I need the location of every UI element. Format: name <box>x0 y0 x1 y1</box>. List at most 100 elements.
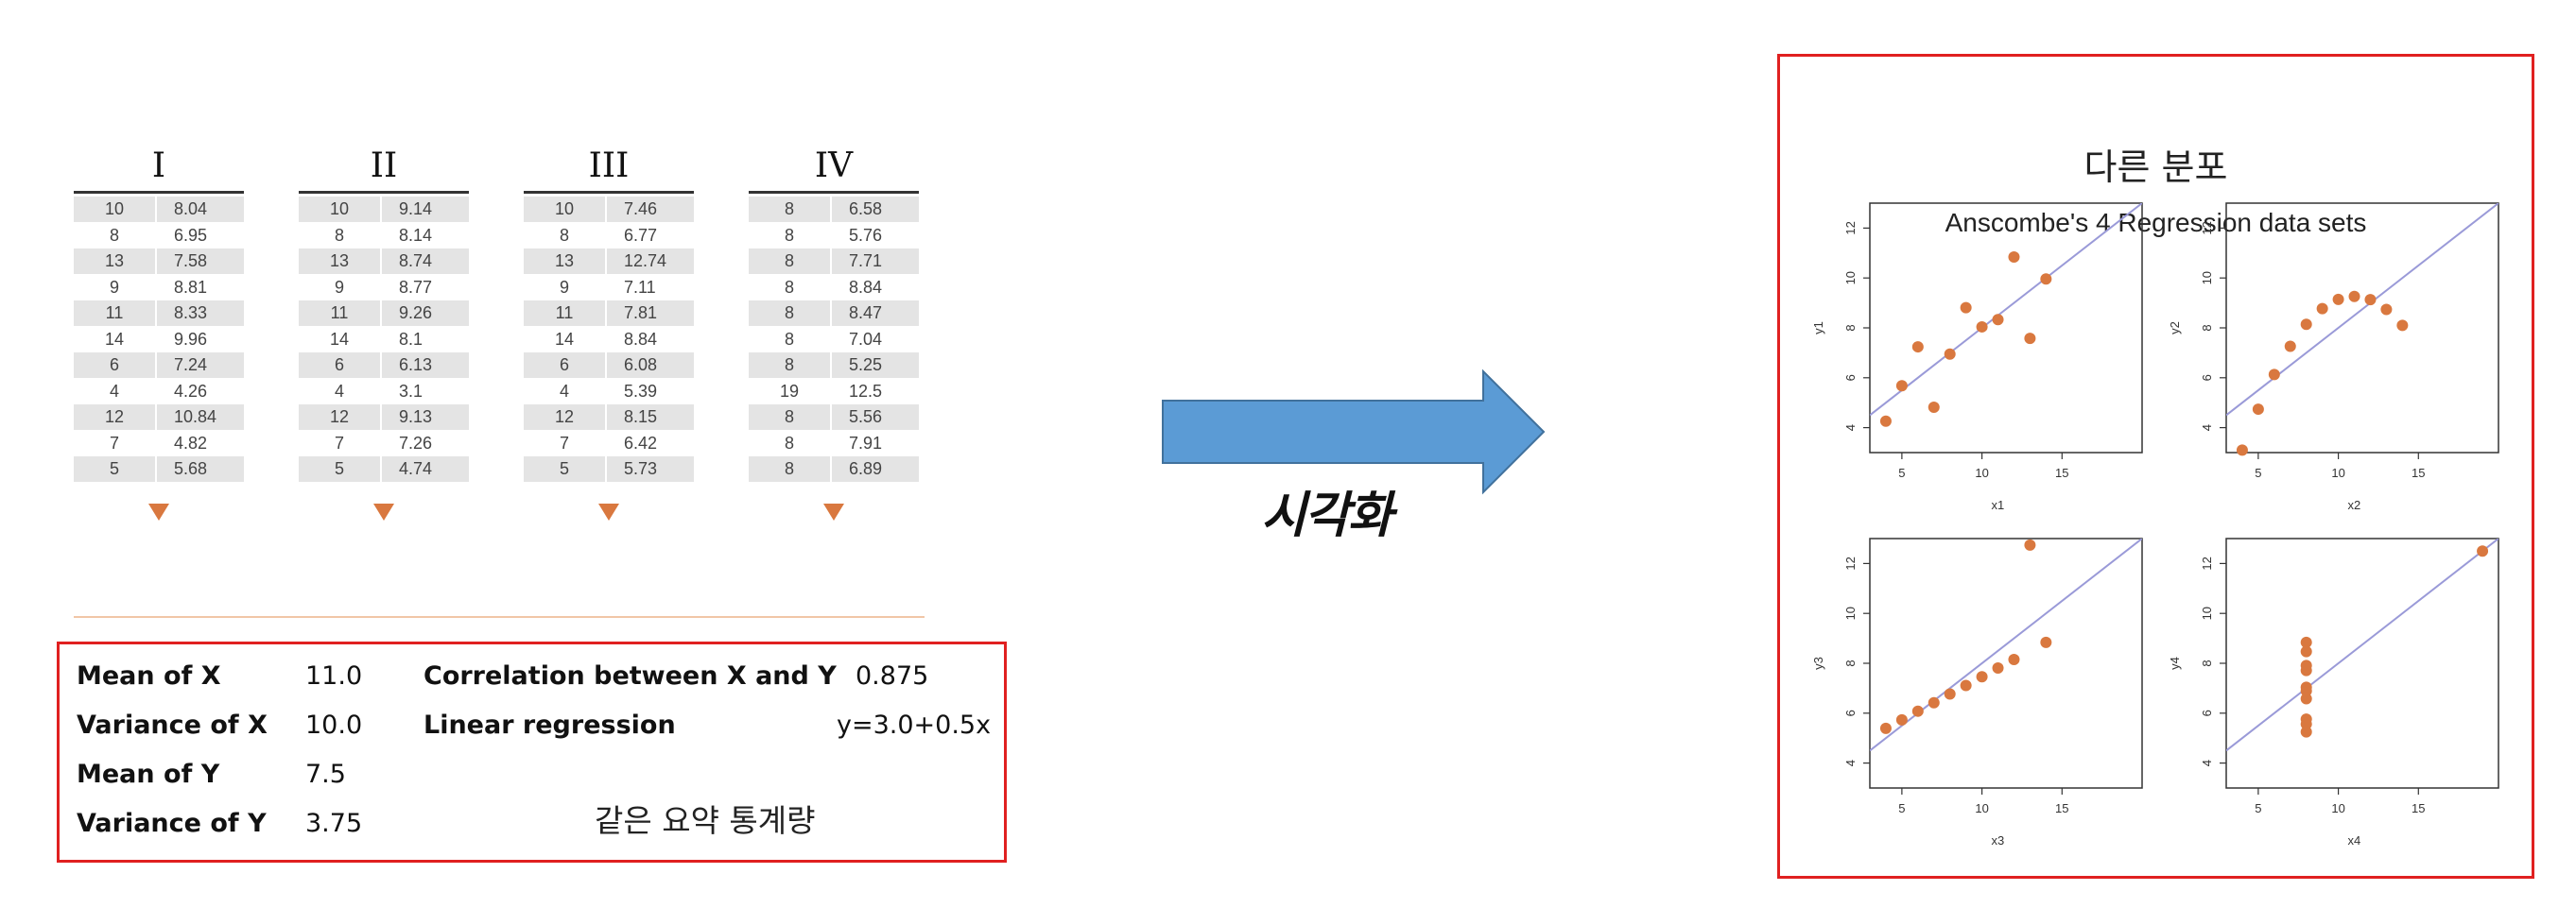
down-triangle-icon <box>148 503 169 521</box>
table-row: 8 6.77 <box>524 222 694 248</box>
x-cell: 8 <box>559 225 569 245</box>
plot-frame <box>2225 538 2499 789</box>
title-rule <box>749 191 919 194</box>
row-gap <box>299 482 469 483</box>
y-tick-label: 6 <box>1843 374 1858 381</box>
data-point <box>2284 340 2296 352</box>
dataset-title: IV <box>814 146 854 185</box>
data-point <box>2040 273 2052 285</box>
x-cell: 10 <box>104 199 125 218</box>
x-cell: 13 <box>554 251 575 270</box>
y-cell: 7.46 <box>605 197 694 222</box>
table-row: 8 6.89 <box>749 456 919 482</box>
x-cell: 8 <box>784 225 794 245</box>
scatter-panel: 5 10 15 4 6 8 10 12 x3 y3 <box>1811 538 2143 848</box>
dataset-table-4: IV 8 6.58 8 5.76 8 7.71 8 8.84 8 8.47 8 7.04 8 5.25 19… <box>749 142 919 521</box>
table-row: 14 8.1 <box>299 326 469 351</box>
table-row: 9 8.81 <box>74 274 244 300</box>
y-tick-label: 12 <box>1843 221 1858 234</box>
title-rule <box>299 191 469 194</box>
y-tick-label: 10 <box>1843 271 1858 284</box>
table-row: 11 8.33 <box>74 300 244 326</box>
data-point <box>1911 705 1924 717</box>
data-point <box>1992 662 2004 675</box>
table-row: 8 5.56 <box>749 404 919 430</box>
x-cell: 9 <box>559 277 569 297</box>
dataset-table-3: III 10 7.46 8 6.77 13 12.74 9 7.11 11 7.81 14 8.84 6… <box>524 142 694 521</box>
x-tick-label: 10 <box>2331 466 2344 480</box>
y-tick-label: 12 <box>1843 557 1858 570</box>
x-cell: 5 <box>559 459 569 478</box>
data-point <box>1992 314 2004 326</box>
table-row: 5 4.74 <box>299 456 469 482</box>
x-cell: 6 <box>334 355 344 374</box>
y-cell: 6.77 <box>605 222 694 248</box>
y-tick-label: 6 <box>2200 710 2214 716</box>
x-cell: 14 <box>329 329 350 349</box>
table-row: 6 7.24 <box>74 352 244 378</box>
data-point <box>1944 348 1956 360</box>
table-row: 14 8.84 <box>524 326 694 351</box>
y-cell: 6.95 <box>155 222 244 248</box>
y-cell: 6.13 <box>380 352 469 378</box>
y-cell: 5.76 <box>830 222 919 248</box>
table-row: 6 6.08 <box>524 352 694 378</box>
y-cell: 8.14 <box>380 222 469 248</box>
x-cell: 13 <box>104 251 125 270</box>
y-cell: 9.96 <box>155 326 244 351</box>
y-axis-label: y2 <box>2168 321 2182 334</box>
plot-frame <box>2225 202 2499 454</box>
y-cell: 8.1 <box>380 326 469 351</box>
title-rule <box>74 191 244 194</box>
x-tick-label: 10 <box>1975 466 1988 480</box>
x-cell: 8 <box>784 459 794 478</box>
y-cell: 7.91 <box>830 430 919 455</box>
y-tick-label: 10 <box>1843 607 1858 620</box>
x-tick-label: 5 <box>2255 801 2261 815</box>
scatter-panel: 5 10 15 4 6 8 10 12 x2 y2 <box>2168 202 2499 512</box>
table-row: 4 4.26 <box>74 378 244 403</box>
y-cell: 9.13 <box>380 404 469 430</box>
plot-frame <box>1869 202 2143 454</box>
y-cell: 8.33 <box>155 300 244 326</box>
data-point <box>2348 290 2360 302</box>
data-point <box>2252 403 2264 416</box>
table-row: 13 7.58 <box>74 248 244 274</box>
table-row: 8 7.91 <box>749 430 919 455</box>
data-point <box>1944 688 1956 700</box>
y-cell: 6.58 <box>830 197 919 222</box>
data-point <box>2300 645 2312 658</box>
x-tick-label: 5 <box>1898 801 1905 815</box>
table-row: 7 7.26 <box>299 430 469 455</box>
data-point <box>2300 718 2312 730</box>
table-row: 8 7.04 <box>749 326 919 351</box>
data-point <box>2380 303 2393 316</box>
x-cell: 11 <box>555 303 574 322</box>
x-cell: 6 <box>109 355 119 374</box>
x-cell: 8 <box>334 225 344 245</box>
y-cell: 7.04 <box>830 326 919 351</box>
y-tick-label: 12 <box>2200 557 2214 570</box>
data-point <box>1960 301 1972 314</box>
x-axis-label: x1 <box>1991 498 2004 512</box>
table-row: 5 5.68 <box>74 456 244 482</box>
y-cell: 8.47 <box>830 300 919 326</box>
data-point <box>2364 294 2377 306</box>
x-axis-label: x2 <box>2347 498 2360 512</box>
y-cell: 3.1 <box>380 378 469 403</box>
y-axis-label: y3 <box>1811 657 1825 670</box>
y-tick-label: 4 <box>1843 760 1858 766</box>
linear-regression-label: Linear regression <box>424 711 676 740</box>
x-cell: 8 <box>784 251 794 270</box>
x-cell: 8 <box>784 329 794 349</box>
x-tick-label: 10 <box>1975 801 1988 815</box>
y-cell: 8.84 <box>605 326 694 351</box>
x-cell: 14 <box>554 329 575 349</box>
correlation-label: Correlation between X and Y <box>424 661 837 691</box>
table-row: 8 5.25 <box>749 352 919 378</box>
y-cell: 9.14 <box>380 197 469 222</box>
x-cell: 8 <box>784 199 794 218</box>
dataset-table-2: II 10 9.14 8 8.14 13 8.74 9 8.77 11 9.26 14 8.1 6 6.1… <box>299 142 469 521</box>
data-point <box>1976 320 1988 333</box>
x-cell: 8 <box>784 407 794 426</box>
